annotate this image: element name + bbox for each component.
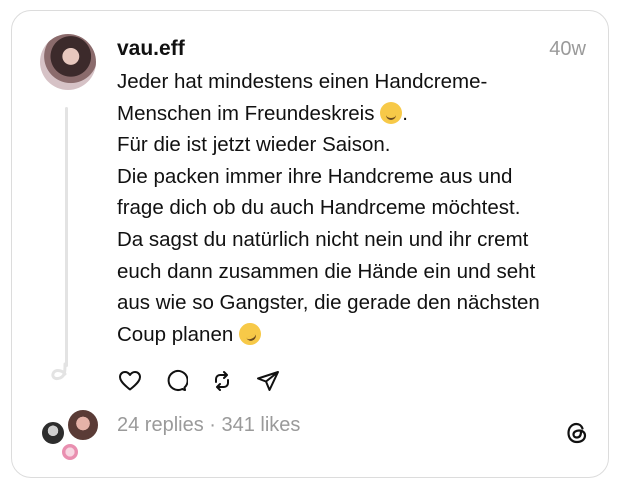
repost-icon	[215, 371, 229, 391]
like-button[interactable]	[117, 368, 143, 394]
post-line: Menschen im Freundeskreis .	[117, 101, 408, 125]
reply-avatars[interactable]	[40, 408, 100, 464]
post-line: Jeder hat mindestens einen Handcreme-	[117, 70, 488, 93]
comment-icon	[167, 369, 188, 391]
post-line: aus wie so Gangster, die gerade den näch…	[117, 291, 540, 315]
repost-button[interactable]	[209, 368, 235, 394]
post-line: Für die ist jetzt wieder Saison.	[117, 133, 391, 157]
avatar	[66, 408, 100, 442]
post-body: Jeder hat mindestens einen Handcreme- Me…	[117, 66, 567, 350]
post-line: Coup planen	[117, 319, 567, 351]
thread-line	[65, 107, 68, 367]
post-line: Da sagst du natürlich nicht nein und ihr…	[117, 227, 529, 251]
reply-button[interactable]	[163, 368, 189, 394]
post-line: frage dich ob du auch Handrceme möchtest…	[117, 196, 521, 220]
action-bar	[117, 368, 281, 394]
avatar[interactable]	[40, 34, 96, 90]
post-line: euch dann zusammen die Hände ein und seh…	[117, 259, 536, 283]
share-icon	[257, 371, 279, 391]
post-line: Die packen immer ihre Handcreme aus und	[117, 164, 513, 188]
username[interactable]: vau.eff	[117, 37, 185, 61]
relieved-face-emoji	[380, 101, 403, 124]
post-time: 40w	[549, 38, 586, 60]
heart-icon	[119, 371, 141, 391]
threads-logo-icon[interactable]	[564, 420, 590, 446]
rolling-on-floor-laughing-emoji	[235, 319, 265, 349]
post-stats[interactable]: 24 replies · 341 likes	[117, 414, 300, 437]
avatar	[60, 442, 80, 462]
share-button[interactable]	[255, 368, 281, 394]
avatar	[40, 420, 66, 446]
thread-loop-icon	[51, 362, 67, 380]
